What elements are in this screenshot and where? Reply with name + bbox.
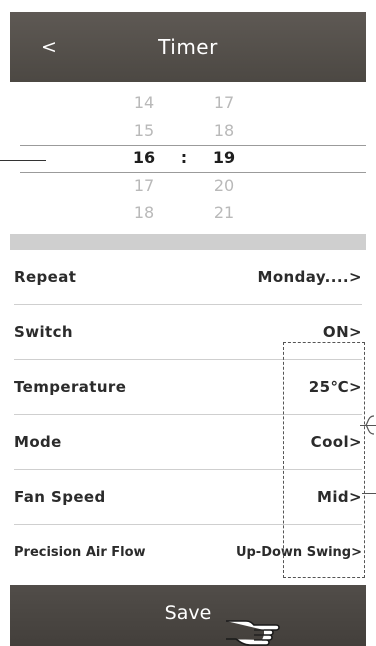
- section-separator: [10, 234, 366, 250]
- setting-row-precision-air-flow[interactable]: Precision Air Flow Up-Down Swing>: [10, 525, 366, 580]
- hour-value: 18: [133, 203, 155, 222]
- minute-value: 17: [213, 93, 235, 112]
- hour-value: 17: [133, 176, 155, 195]
- bracket-icon: [365, 415, 375, 435]
- hour-value: 14: [133, 93, 155, 112]
- setting-label: Precision Air Flow: [14, 545, 146, 560]
- picker-row-selected[interactable]: 16 : 19: [10, 147, 366, 169]
- minute-value: 20: [213, 176, 235, 195]
- setting-label: Repeat: [14, 268, 77, 286]
- setting-value[interactable]: Cool>: [311, 415, 362, 470]
- setting-label: Fan Speed: [14, 488, 106, 506]
- setting-row-repeat[interactable]: Repeat Monday....>: [10, 250, 366, 305]
- hour-value-selected: 16: [132, 148, 156, 167]
- header-bar: < Timer: [10, 12, 366, 82]
- setting-value[interactable]: Mid>: [317, 470, 362, 525]
- save-label: Save: [164, 602, 212, 624]
- setting-label: Temperature: [14, 378, 127, 396]
- timer-screen: < Timer 14 17 15 18 16 : 19 17 20 18 21 …: [10, 12, 366, 646]
- picker-row[interactable]: 17 20: [10, 175, 366, 197]
- selection-line-top: [20, 145, 366, 146]
- hour-value: 15: [133, 121, 155, 140]
- setting-value[interactable]: Monday....>: [258, 250, 362, 305]
- page-title: Timer: [158, 35, 218, 59]
- setting-value[interactable]: 25℃>: [309, 360, 362, 415]
- time-separator: :: [180, 148, 188, 167]
- picker-row[interactable]: 14 17: [10, 92, 366, 114]
- setting-value[interactable]: ON>: [323, 305, 362, 360]
- selection-line-bottom: [20, 172, 366, 173]
- setting-row-fan-speed[interactable]: Fan Speed Mid>: [10, 470, 366, 525]
- picker-row[interactable]: 18 21: [10, 202, 366, 224]
- setting-value[interactable]: Up-Down Swing>: [236, 525, 362, 580]
- save-button[interactable]: Save: [10, 585, 366, 646]
- setting-row-temperature[interactable]: Temperature 25℃>: [10, 360, 366, 415]
- callout-line-right: [362, 493, 376, 494]
- minute-value-selected: 19: [212, 148, 236, 167]
- setting-row-switch[interactable]: Switch ON>: [10, 305, 366, 360]
- setting-label: Mode: [14, 433, 62, 451]
- minute-value: 18: [213, 121, 235, 140]
- picker-row[interactable]: 15 18: [10, 120, 366, 142]
- minute-value: 21: [213, 203, 235, 222]
- setting-row-mode[interactable]: Mode Cool>: [10, 415, 366, 470]
- setting-label: Switch: [14, 323, 73, 341]
- callout-line-left: [0, 160, 46, 161]
- time-picker[interactable]: 14 17 15 18 16 : 19 17 20 18 21: [10, 82, 366, 234]
- pointing-hand-icon: [226, 620, 280, 646]
